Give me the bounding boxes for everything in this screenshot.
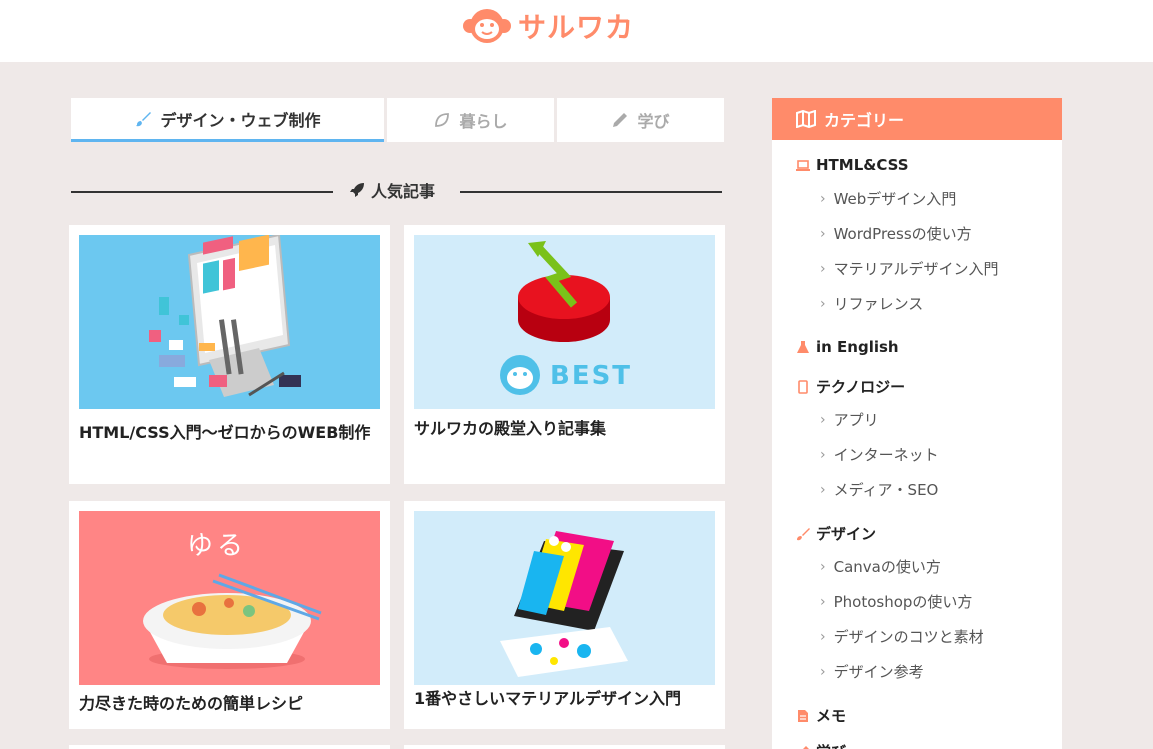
chevron-right-icon: › xyxy=(820,260,826,277)
tab-label: 暮らし xyxy=(459,112,508,131)
cmyk-paint-illustration-icon xyxy=(500,531,628,677)
sidebar-subcategory[interactable]: › アプリ xyxy=(820,409,879,430)
tab-learning[interactable]: 学び xyxy=(557,98,724,142)
article-card[interactable]: 1番やさしいマテリアルデザイン入門 xyxy=(404,501,725,729)
article-thumbnail xyxy=(414,511,715,685)
category-label: デザイン xyxy=(816,525,877,543)
article-thumbnail: ゆる xyxy=(79,511,380,685)
chevron-right-icon: › xyxy=(820,411,826,428)
sidebar-subcategory[interactable]: › Canvaの使い方 xyxy=(820,556,941,577)
monitor-illustration-icon xyxy=(149,235,301,397)
subcategory-label: WordPressの使い方 xyxy=(833,225,972,243)
section-title-text: 人気記事 xyxy=(371,182,436,201)
logo-text: サルワカ xyxy=(518,11,635,44)
tablet-icon xyxy=(798,379,808,394)
subcategory-label: インターネット xyxy=(833,446,939,464)
article-thumbnail: BEST xyxy=(414,235,715,409)
article-title[interactable]: 1番やさしいマテリアルデザイン入門 xyxy=(414,685,715,713)
brush-icon xyxy=(797,527,810,540)
sidebar-category-html-css[interactable]: HTML&CSS xyxy=(796,156,909,174)
laptop-icon xyxy=(796,160,810,171)
subcategory-label: デザイン参考 xyxy=(833,663,924,681)
article-title[interactable]: サルワカの殿堂入り記事集 xyxy=(414,415,715,443)
category-tabs: デザイン・ウェブ制作 暮らし 学び xyxy=(71,98,724,142)
pencil-icon xyxy=(802,745,809,749)
article-thumbnail xyxy=(79,235,380,409)
chevron-right-icon: › xyxy=(820,663,826,680)
subcategory-label: マテリアルデザイン入門 xyxy=(833,260,999,278)
chevron-right-icon: › xyxy=(820,446,826,463)
chevron-right-icon: › xyxy=(820,225,826,242)
document-icon xyxy=(798,709,808,722)
article-card[interactable]: ゆる 力尽きた時のための簡単レシピ xyxy=(69,501,390,729)
category-label: テクノロジー xyxy=(816,378,906,396)
category-label: 学び xyxy=(816,741,846,749)
best-badge-text: BEST xyxy=(550,361,633,391)
subcategory-label: メディア・SEO xyxy=(833,481,939,499)
chevron-right-icon: › xyxy=(820,190,826,207)
sidebar-subcategory[interactable]: › Photoshopの使い方 xyxy=(820,591,972,612)
article-card[interactable] xyxy=(404,745,725,749)
leaf-icon xyxy=(435,113,450,127)
sidebar-subcategory[interactable]: › リファレンス xyxy=(820,293,923,314)
sidebar-subcategory[interactable]: › インターネット xyxy=(820,444,939,465)
subcategory-label: リファレンス xyxy=(833,295,924,313)
subcategory-label: Canvaの使い方 xyxy=(833,558,941,576)
sidebar-title: カテゴリー xyxy=(824,111,905,130)
sidebar-category-in-english[interactable]: in English xyxy=(796,338,899,356)
subcategory-label: Webデザイン入門 xyxy=(833,190,957,208)
chevron-right-icon: › xyxy=(820,628,826,645)
section-title: 人気記事 xyxy=(349,178,435,202)
article-title[interactable]: HTML/CSS入門〜ゼロからのWEB制作 xyxy=(79,419,380,447)
tab-living[interactable]: 暮らし xyxy=(387,98,554,142)
sidebar-category-learning[interactable]: 学び xyxy=(796,741,846,749)
article-card[interactable] xyxy=(69,745,390,749)
brush-icon xyxy=(136,111,152,126)
rocket-icon xyxy=(350,183,364,197)
site-header: サルワカ xyxy=(0,0,1153,62)
heading-divider xyxy=(71,191,333,193)
chevron-right-icon: › xyxy=(820,558,826,575)
heading-divider xyxy=(460,191,722,193)
map-icon xyxy=(796,110,816,128)
tab-label: 学び xyxy=(637,112,670,131)
category-label: メモ xyxy=(816,707,847,725)
tab-design-web[interactable]: デザイン・ウェブ制作 xyxy=(71,98,384,142)
popular-articles-heading: 人気記事 xyxy=(71,178,722,204)
monkey-logo-icon xyxy=(463,9,511,43)
sidebar-subcategory[interactable]: › メディア・SEO xyxy=(820,479,938,500)
subcategory-label: デザインのコツと素材 xyxy=(833,628,984,646)
flask-icon xyxy=(797,341,809,353)
pencil-icon xyxy=(613,113,628,127)
article-card[interactable]: BEST サルワカの殿堂入り記事集 xyxy=(404,225,725,484)
category-label: HTML&CSS xyxy=(816,156,909,174)
chevron-right-icon: › xyxy=(820,593,826,610)
sidebar-category-design[interactable]: デザイン xyxy=(796,523,876,544)
sidebar-subcategory[interactable]: › WordPressの使い方 xyxy=(820,223,972,244)
chevron-right-icon: › xyxy=(820,295,826,312)
sidebar-header: カテゴリー xyxy=(772,98,1062,140)
sidebar-subcategory[interactable]: › デザインのコツと素材 xyxy=(820,626,984,647)
tab-label: デザイン・ウェブ制作 xyxy=(160,110,321,130)
sidebar-subcategory[interactable]: › Webデザイン入門 xyxy=(820,188,956,209)
subcategory-label: Photoshopの使い方 xyxy=(833,593,973,611)
category-sidebar: カテゴリー HTML&CSS › Webデザイン入門 › WordPressの使い方… xyxy=(772,98,1062,749)
chevron-right-icon: › xyxy=(820,481,826,498)
sidebar-category-memo[interactable]: メモ xyxy=(796,705,846,726)
sidebar-subcategory[interactable]: › デザイン参考 xyxy=(820,661,924,682)
sidebar-category-technology[interactable]: テクノロジー xyxy=(796,376,905,397)
sidebar-subcategory[interactable]: › マテリアルデザイン入門 xyxy=(820,258,998,279)
thumbnail-handwritten-text: ゆる xyxy=(187,531,248,561)
article-card[interactable]: HTML/CSS入門〜ゼロからのWEB制作 xyxy=(69,225,390,484)
subcategory-label: アプリ xyxy=(833,411,879,429)
site-logo[interactable]: サルワカ xyxy=(462,6,634,46)
category-label: in English xyxy=(816,338,899,356)
article-title[interactable]: 力尽きた時のための簡単レシピ xyxy=(79,690,380,718)
